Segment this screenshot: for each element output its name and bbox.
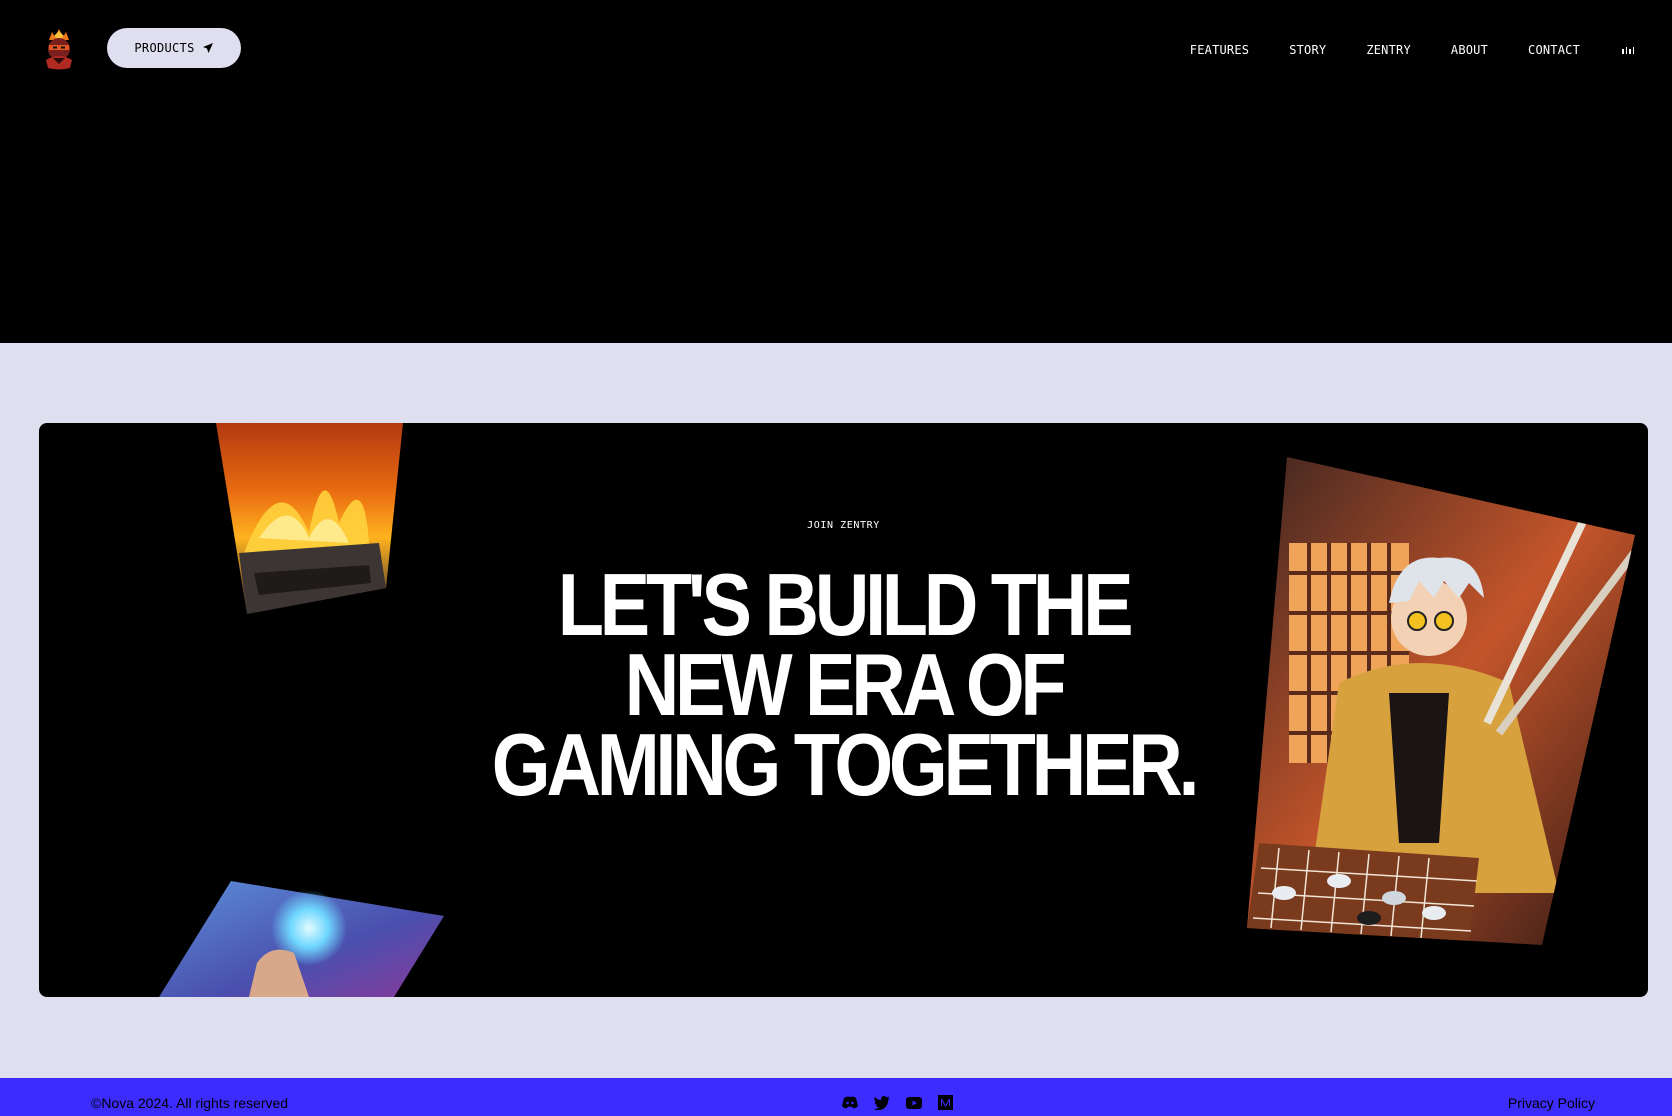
join-card: JOIN ZENTRY LET'S BUILD THE NEW ERA OF G… bbox=[39, 423, 1648, 997]
social-links bbox=[841, 1094, 954, 1111]
headline-line-1: LET'S BUILD THE bbox=[557, 555, 1134, 654]
products-button[interactable]: PRODUCTS bbox=[107, 28, 241, 68]
headline-line-2: NEW ERA OF bbox=[624, 635, 1067, 734]
nav-zentry[interactable]: ZENTRY bbox=[1366, 43, 1411, 57]
join-headline: LET'S BUILD THE NEW ERA OF GAMING TOGETH… bbox=[152, 555, 1536, 814]
youtube-icon[interactable] bbox=[905, 1094, 922, 1111]
audio-bars-icon[interactable] bbox=[1622, 46, 1634, 54]
headline-line-3: GAMING TOGETHER. bbox=[491, 715, 1200, 814]
twitter-icon[interactable] bbox=[873, 1094, 890, 1111]
join-eyebrow: JOIN ZENTRY bbox=[807, 520, 880, 531]
privacy-policy-link[interactable]: Privacy Policy bbox=[1508, 1095, 1595, 1111]
main-nav: FEATURES STORY ZENTRY ABOUT CONTACT bbox=[1150, 42, 1672, 58]
nav-features[interactable]: FEATURES bbox=[1190, 43, 1249, 57]
copyright-text: ©Nova 2024. All rights reserved bbox=[91, 1095, 289, 1111]
ninja-logo-icon[interactable] bbox=[40, 28, 78, 70]
discord-icon[interactable] bbox=[841, 1094, 858, 1111]
nav-about[interactable]: ABOUT bbox=[1451, 43, 1488, 57]
nav-contact[interactable]: CONTACT bbox=[1528, 43, 1580, 57]
footer: ©Nova 2024. All rights reserved Privacy … bbox=[0, 1078, 1672, 1116]
products-button-label: PRODUCTS bbox=[134, 41, 195, 55]
nav-story[interactable]: STORY bbox=[1289, 43, 1326, 57]
hero-top-band: PRODUCTS FEATURES STORY ZENTRY ABOUT CON… bbox=[0, 0, 1672, 343]
paper-plane-icon bbox=[202, 43, 213, 53]
medium-icon[interactable] bbox=[937, 1094, 954, 1111]
join-section: JOIN ZENTRY LET'S BUILD THE NEW ERA OF G… bbox=[0, 343, 1672, 1078]
